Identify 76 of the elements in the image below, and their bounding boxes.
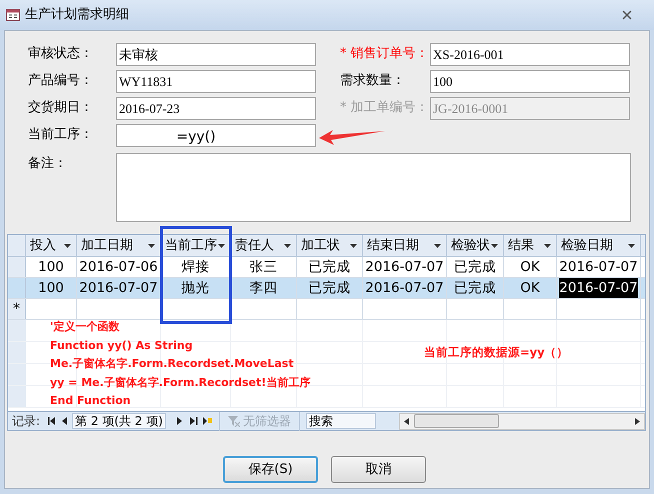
input-field[interactable]: 100 (430, 70, 630, 93)
column-header[interactable]: 结果 (504, 235, 557, 256)
scrollbar-thumb[interactable] (414, 414, 499, 428)
new-row-marker: * (13, 300, 20, 318)
table-cell-text: 焊接 (182, 258, 210, 277)
dropdown-icon[interactable] (350, 244, 357, 248)
new-record-icon[interactable] (202, 417, 213, 425)
table-cell-text: 2016-07-06 (79, 258, 158, 277)
field-label: 交货期日： (28, 99, 94, 117)
input-field[interactable]: 2016-07-23 (116, 97, 316, 120)
dialog-button[interactable]: 取消 (331, 456, 426, 483)
dropdown-icon[interactable] (284, 244, 291, 248)
dropdown-icon[interactable] (148, 244, 155, 248)
table-cell-text: 李四 (250, 278, 278, 298)
table-cell-text: 100 (38, 278, 64, 298)
table-cell-text: 已完成 (308, 258, 350, 277)
last-record-icon[interactable] (190, 417, 198, 425)
column-header[interactable]: 投入 (26, 235, 77, 256)
input-field[interactable]: =yy() (116, 124, 316, 147)
table-cell-text: 抛光 (182, 278, 210, 298)
column-header[interactable]: 加工状 (297, 235, 363, 256)
filter-icon (228, 416, 240, 426)
table-cell-text: 2016-07-07 (559, 258, 638, 277)
arrow-annotation (319, 129, 385, 145)
table-cell-text: 已完成 (308, 278, 350, 298)
search-field[interactable]: 搜索 (306, 413, 376, 429)
table-cell-text: 2016-07-07 (365, 278, 444, 298)
dropdown-icon[interactable] (64, 244, 71, 248)
record-label: 记录: (11, 413, 42, 430)
close-icon[interactable] (620, 8, 634, 22)
table-row[interactable]: 100 2016-07-07 抛光 李四 已完成 2016-07-07 已完成 OK 2016-07-07 (8, 278, 645, 299)
column-header[interactable]: 当前工序 (161, 235, 231, 256)
code-line: End Function (50, 393, 131, 409)
column-header[interactable]: 责任人 (231, 235, 297, 256)
next-record-icon[interactable] (176, 417, 182, 425)
code-line: yy = Me.子窗体名字.Form.Recordset!当前工序 (50, 374, 310, 390)
dropdown-icon[interactable] (218, 244, 225, 248)
field-label: * 加工单编号： (339, 99, 430, 117)
annotation-note: 当前工序的数据源=yy（） (424, 344, 569, 361)
table-row[interactable]: 100 2016-07-06 焊接 张三 已完成 2016-07-07 已完成 OK 2016-07-07 (8, 257, 645, 278)
table-cell-text: OK (520, 258, 540, 277)
field-label: 备注： (28, 155, 68, 173)
table-cell-text: 张三 (250, 258, 278, 277)
column-header[interactable]: 检验日期 (557, 235, 641, 256)
column-header[interactable]: 加工日期 (77, 235, 161, 256)
table-cell-text: 2016-07-07 (365, 258, 444, 277)
input-field[interactable]: XS-2016-001 (430, 43, 630, 66)
dialog-button[interactable]: 保存(S) (223, 456, 318, 483)
record-position-field[interactable]: 第 2 项(共 2 项) (72, 413, 166, 429)
dropdown-icon[interactable] (544, 244, 551, 248)
notes-field[interactable] (116, 153, 631, 222)
code-line: Function yy() As String (50, 338, 193, 354)
table-cell-text: 已完成 (454, 258, 496, 277)
code-line: Me.子窗体名字.Form.Recordset.MoveLast (50, 356, 294, 372)
form-icon (6, 9, 20, 21)
table-cell-text: 已完成 (454, 278, 496, 298)
field-label: 需求数量： (339, 72, 406, 90)
field-label: 当前工序： (28, 126, 94, 144)
column-header[interactable]: 结束日期 (363, 235, 447, 256)
code-line: '定义一个函数 (50, 319, 120, 335)
field-label: 产品编号： (28, 72, 94, 90)
dropdown-icon[interactable] (434, 244, 441, 248)
column-header[interactable]: 检验状 (447, 235, 504, 256)
dropdown-icon[interactable] (491, 244, 498, 248)
field-label: 审核状态： (28, 45, 94, 63)
window-title: 生产计划需求明细 (25, 6, 129, 24)
first-record-icon[interactable] (47, 417, 56, 425)
table-cell-text: 100 (38, 258, 64, 277)
dropdown-icon[interactable] (628, 244, 635, 248)
input-field[interactable]: 未审核 (116, 43, 316, 66)
table-cell: 2016-07-07 (559, 278, 638, 298)
input-field[interactable]: WY11831 (116, 70, 316, 93)
table-cell-text: 2016-07-07 (79, 278, 158, 298)
table-cell-text: OK (520, 278, 540, 298)
field-label: * 销售订单号： (339, 45, 430, 63)
previous-record-icon[interactable] (62, 417, 68, 425)
